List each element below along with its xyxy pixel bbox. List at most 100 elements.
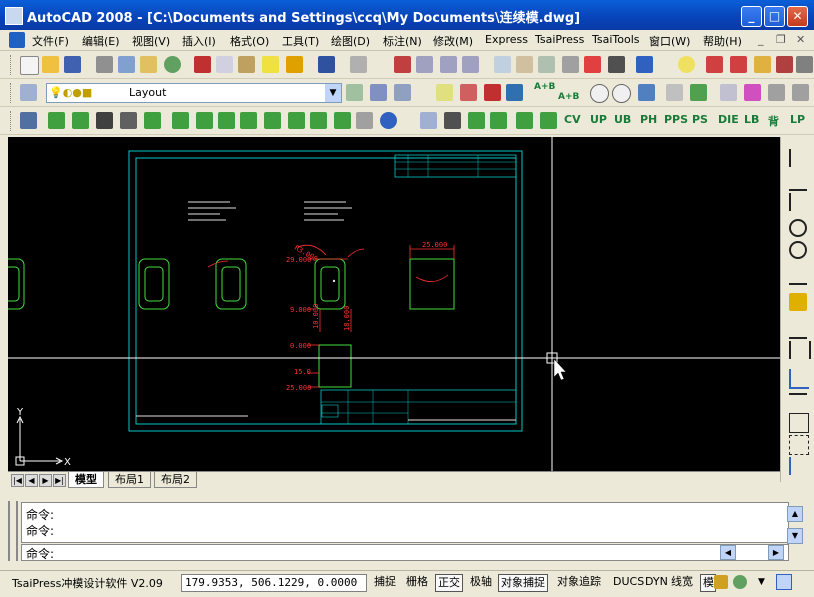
toolbar-grip[interactable] bbox=[10, 55, 14, 75]
clean-screen-icon[interactable] bbox=[776, 574, 792, 590]
status-menu-chevron-icon[interactable]: ▼ bbox=[758, 577, 765, 587]
pencil-icon[interactable] bbox=[436, 84, 453, 101]
doc-minimize-button[interactable]: _ bbox=[758, 33, 764, 46]
coordinates-display[interactable]: 179.9353, 506.1229, 0.0000 bbox=[181, 574, 367, 592]
measure-icon[interactable] bbox=[744, 84, 761, 101]
dim-aligned-icon[interactable] bbox=[789, 171, 807, 191]
menu-insert[interactable]: 插入(I) bbox=[182, 33, 216, 49]
save-icon[interactable] bbox=[64, 56, 81, 73]
other-icon[interactable] bbox=[218, 112, 235, 129]
lineweight-toggle[interactable]: 线宽 bbox=[669, 574, 695, 590]
note-icon[interactable] bbox=[310, 112, 327, 129]
osnap-toggle[interactable]: 对象捕捉 bbox=[498, 574, 548, 592]
scroll-up-button[interactable]: ▲ bbox=[787, 506, 803, 522]
drawing-canvas[interactable]: 29.000 9.000 0.000 15.0 25.000 25.000 10… bbox=[8, 137, 780, 471]
match-properties-icon[interactable] bbox=[262, 56, 279, 73]
autocad-app-icon[interactable] bbox=[5, 7, 23, 25]
pt-icon[interactable] bbox=[264, 112, 281, 129]
redo-icon[interactable] bbox=[350, 56, 367, 73]
minimize-button[interactable]: _ bbox=[741, 6, 762, 27]
chevron-down-icon[interactable]: ▼ bbox=[325, 84, 341, 102]
cut-icon[interactable] bbox=[194, 56, 211, 73]
print-icon[interactable] bbox=[96, 56, 113, 73]
erase-icon[interactable] bbox=[460, 84, 477, 101]
tab-layout1[interactable]: 布局1 bbox=[108, 472, 151, 488]
leader-icon[interactable] bbox=[789, 369, 809, 389]
layer-tool-icon[interactable] bbox=[776, 56, 793, 73]
link-icon[interactable] bbox=[720, 84, 737, 101]
properties-icon[interactable] bbox=[494, 56, 511, 73]
copy-icon[interactable] bbox=[216, 56, 233, 73]
dim-edit-icon[interactable] bbox=[789, 435, 809, 455]
help-icon[interactable] bbox=[636, 56, 653, 73]
lp-button[interactable]: LP bbox=[790, 113, 805, 126]
die-button[interactable]: DIE bbox=[718, 113, 739, 126]
bar-icon[interactable] bbox=[240, 112, 257, 129]
dim-radius-icon[interactable] bbox=[789, 219, 807, 237]
design-center-icon[interactable] bbox=[516, 56, 533, 73]
frame-tool-icon[interactable] bbox=[96, 112, 113, 129]
tolerance-icon[interactable] bbox=[789, 393, 807, 413]
menu-tsaipress[interactable]: TsaiPress bbox=[535, 33, 584, 46]
off2-icon[interactable] bbox=[490, 112, 507, 129]
lb-button[interactable]: LB bbox=[744, 113, 759, 126]
tab-first-button[interactable]: |◀ bbox=[11, 474, 24, 487]
hscroll-right-button[interactable]: ▶ bbox=[768, 545, 784, 560]
document-icon[interactable] bbox=[9, 32, 25, 48]
ucs-icon[interactable] bbox=[444, 112, 461, 129]
refresh-green-icon[interactable] bbox=[196, 112, 213, 129]
layer-states-icon[interactable] bbox=[394, 84, 411, 101]
undo-icon[interactable] bbox=[318, 56, 335, 73]
center-mark-icon[interactable] bbox=[789, 413, 809, 433]
tab-next-button[interactable]: ▶ bbox=[39, 474, 52, 487]
ph-button[interactable]: PH bbox=[640, 113, 657, 126]
lock-icon[interactable] bbox=[714, 575, 728, 589]
lightbulb-icon[interactable] bbox=[678, 56, 695, 73]
menu-express[interactable]: Express bbox=[485, 33, 528, 46]
stack-icon[interactable] bbox=[172, 112, 189, 129]
dyn-toggle[interactable]: DYN bbox=[643, 574, 670, 590]
help2-icon[interactable] bbox=[380, 112, 397, 129]
dim-update-icon[interactable] bbox=[789, 457, 809, 475]
a-plus-b-bottom[interactable]: A+B bbox=[558, 92, 579, 102]
menu-file[interactable]: 文件(F) bbox=[32, 33, 69, 49]
punch-icon[interactable] bbox=[72, 112, 89, 129]
tab-last-button[interactable]: ▶| bbox=[53, 474, 66, 487]
ducs-toggle[interactable]: DUCS bbox=[611, 574, 646, 590]
dim-ordinate-icon[interactable] bbox=[789, 193, 809, 211]
menu-tools[interactable]: 工具(T) bbox=[282, 33, 319, 49]
a-plus-b-top[interactable]: A+B bbox=[534, 82, 555, 92]
strip-icon[interactable] bbox=[48, 112, 65, 129]
snap-toggle[interactable]: 捕捉 bbox=[372, 574, 398, 590]
arrow-tool-icon[interactable] bbox=[638, 84, 655, 101]
layer-off-icon[interactable] bbox=[730, 56, 747, 73]
layer-manager-icon[interactable] bbox=[20, 84, 37, 101]
sheet-set-icon[interactable] bbox=[562, 56, 579, 73]
dim-continue-icon[interactable] bbox=[789, 341, 811, 359]
menu-draw[interactable]: 绘图(D) bbox=[331, 33, 370, 49]
dim-baseline-icon[interactable] bbox=[789, 319, 807, 339]
dim-diameter-icon[interactable] bbox=[789, 241, 807, 259]
zoom-realtime-icon[interactable] bbox=[416, 56, 433, 73]
close-button[interactable]: ✕ bbox=[787, 6, 808, 27]
paste-icon[interactable] bbox=[238, 56, 255, 73]
rectangle-icon[interactable] bbox=[120, 112, 137, 129]
circle-tool2-icon[interactable] bbox=[612, 84, 631, 103]
block-editor-icon[interactable] bbox=[286, 56, 303, 73]
ortho-toggle[interactable]: 正交 bbox=[435, 574, 463, 592]
quick-dim-icon[interactable] bbox=[789, 293, 807, 311]
cv-button[interactable]: CV bbox=[564, 113, 581, 126]
dim-linear-icon[interactable] bbox=[789, 149, 809, 167]
otrack-toggle[interactable]: 对象追踪 bbox=[555, 574, 603, 590]
layer-dropdown[interactable]: 💡◐●■ Layout ▼ bbox=[46, 83, 342, 103]
menu-window[interactable]: 窗口(W) bbox=[649, 33, 690, 49]
zoom-window-icon[interactable] bbox=[440, 56, 457, 73]
layer-stack-icon[interactable] bbox=[420, 112, 437, 129]
publish-web-icon[interactable] bbox=[164, 56, 181, 73]
grid-toggle[interactable]: 栅格 bbox=[404, 574, 430, 590]
ub-button[interactable]: UB bbox=[614, 113, 631, 126]
back-button[interactable]: 背 bbox=[768, 113, 779, 129]
gear-icon[interactable] bbox=[666, 84, 683, 101]
circle-tool-icon[interactable] bbox=[590, 84, 609, 103]
toolbar-grip[interactable] bbox=[10, 111, 14, 131]
